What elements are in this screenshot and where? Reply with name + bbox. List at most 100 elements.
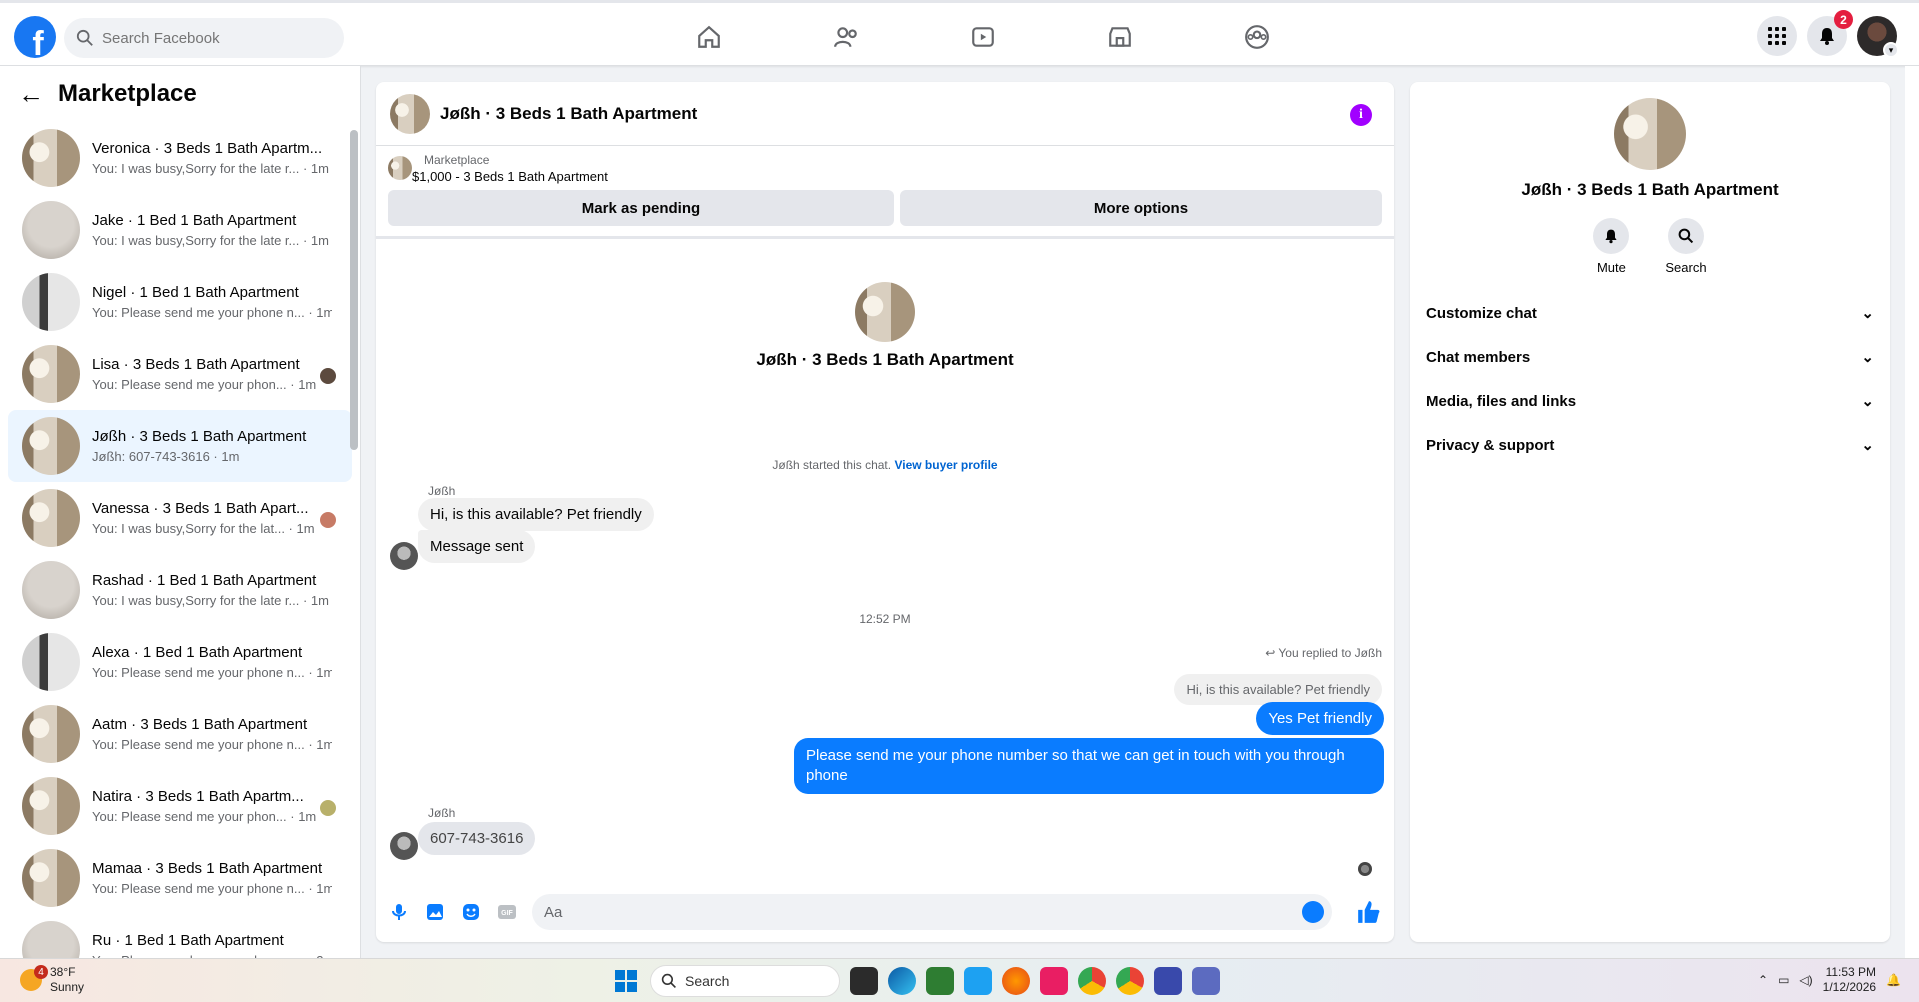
clock-time: 11:53 PM (1825, 965, 1877, 979)
sun-icon: 4 (20, 965, 48, 991)
conversation-item[interactable]: Vanessa · 3 Beds 1 Bath Apart... You: I w… (8, 482, 352, 554)
account-avatar[interactable]: ▾ (1857, 16, 1899, 58)
profile-avatar[interactable] (855, 282, 915, 342)
nav-groups[interactable] (1188, 20, 1325, 54)
volume-icon[interactable]: ◁) (1799, 973, 1812, 987)
notification-center-icon[interactable]: 🔔 (1886, 973, 1901, 987)
more-options-button[interactable]: More options (899, 190, 1382, 226)
shield-icon[interactable] (1154, 967, 1182, 995)
message-bubble[interactable]: 607-743-3616 (418, 822, 536, 855)
marketplace-chats-sidebar: ← Marketplace Veronica · 3 Beds 1 Bath A… (0, 66, 361, 958)
taskbar-search[interactable]: Search (650, 965, 840, 997)
chrome-icon[interactable] (1078, 967, 1106, 995)
replied-label: ↩ You replied to Jøßh (1265, 646, 1382, 660)
conversation-item[interactable]: Mamaa · 3 Beds 1 Bath Apartment You: Plea… (8, 842, 352, 914)
conversation-avatar (22, 129, 80, 187)
details-avatar[interactable] (1614, 98, 1686, 170)
emoji-icon[interactable] (1302, 901, 1324, 923)
message-input[interactable]: Aa (532, 894, 1332, 930)
info-icon[interactable]: i (1350, 104, 1372, 126)
mute-button[interactable]: Mute (1593, 218, 1630, 275)
menu-button[interactable] (1757, 16, 1797, 56)
clock[interactable]: 11:53 PM 1/12/2026 (1823, 965, 1876, 995)
conversation-avatar (22, 849, 80, 907)
conversation-name: Lisa · 3 Beds 1 Bath Apartment (92, 356, 300, 373)
chat-avatar[interactable] (390, 93, 430, 134)
mute-label: Mute (1596, 260, 1626, 275)
search-icon (1667, 218, 1704, 254)
search-facebook-box[interactable] (64, 18, 344, 58)
conversation-name: Nigel · 1 Bed 1 Bath Apartment (92, 284, 299, 301)
sender-avatar[interactable] (390, 542, 418, 570)
notifications-button[interactable]: 2 (1807, 10, 1853, 56)
conversation-snippet: You: I was busy,Sorry for the late r... … (92, 233, 329, 248)
app-icon[interactable] (964, 967, 992, 995)
listing-summary[interactable]: Marketplace $1,000 - 3 Beds 1 Bath Apart… (376, 146, 1394, 190)
message-bubble[interactable]: Hi, is this available? Pet friendly (418, 498, 654, 531)
search-icon (76, 29, 93, 46)
conversation-item[interactable]: Ru · 1 Bed 1 Bath ApartmentYou: Please s… (8, 914, 352, 958)
sidebar-scrollbar[interactable] (350, 130, 358, 450)
thumbs-up-icon[interactable] (1356, 899, 1382, 925)
chevron-up-icon[interactable]: ⌃ (1758, 973, 1768, 987)
details-section-item[interactable]: Customize chat ⌄ (1410, 291, 1890, 335)
nav-friends[interactable] (777, 20, 914, 54)
chat-title[interactable]: Jøßh · 3 Beds 1 Bath Apartment (440, 104, 697, 124)
nav-marketplace[interactable] (1051, 20, 1188, 54)
mark-as-pending-button[interactable]: Mark as pending (388, 190, 894, 226)
conversation-item[interactable]: Lisa · 3 Beds 1 Bath Apartment You: Pleas… (8, 338, 352, 410)
details-section-item[interactable]: Chat members ⌄ (1410, 335, 1890, 379)
conversation-snippet: You: Please send me your phon... · 1m (92, 377, 317, 392)
grid-menu-icon (1768, 27, 1786, 45)
facebook-logo[interactable]: f (14, 16, 56, 58)
conversation-item[interactable]: Jake · 1 Bed 1 Bath Apartment You: I was … (8, 194, 352, 266)
outgoing-message-bubble[interactable]: Yes Pet friendly (1256, 702, 1384, 735)
details-title: Jøßh · 3 Beds 1 Bath Apartment (1521, 180, 1779, 199)
home-icon (697, 25, 720, 48)
conversation-item[interactable]: Rashad · 1 Bed 1 Bath Apartment You: I wa… (8, 554, 352, 626)
conversation-item[interactable]: Jøßh · 3 Beds 1 Bath Apartment Jøßh: 607-… (8, 410, 352, 482)
snipping-tool-icon[interactable] (1040, 967, 1068, 995)
sticker-icon[interactable] (460, 901, 482, 923)
listing-actions: Mark as pending More options (376, 190, 1394, 226)
chat-panel: Jøßh · 3 Beds 1 Bath Apartment i Marketp… (376, 82, 1394, 942)
weather-widget[interactable]: 4 38°F Sunny (20, 965, 84, 995)
message-line: Please send me your phone number so that… (806, 747, 1345, 764)
back-arrow-icon[interactable]: ← (18, 79, 44, 110)
quoted-message[interactable]: Hi, is this available? Pet friendly (1174, 674, 1382, 705)
message-bubble[interactable]: Message sent (418, 530, 536, 563)
header-divider (376, 236, 1394, 239)
nav-video[interactable] (914, 20, 1051, 54)
conversation-item[interactable]: Natira · 3 Beds 1 Bath Apartm... You: Ple… (8, 770, 352, 842)
conversation-item[interactable]: Alexa · 1 Bed 1 Bath Apartment You: Pleas… (8, 626, 352, 698)
view-buyer-profile-link[interactable]: View buyer profile (894, 458, 997, 472)
windows-start-icon[interactable] (612, 967, 640, 995)
sender-avatar[interactable] (390, 832, 418, 860)
marketplace-icon (1108, 27, 1131, 47)
nav-home[interactable] (640, 20, 777, 54)
app-icon[interactable] (1192, 967, 1220, 995)
conversation-item[interactable]: Veronica · 3 Beds 1 Bath Apartm... You: I… (8, 122, 352, 194)
search-in-chat-button[interactable]: Search (1665, 218, 1707, 275)
search-facebook-input[interactable] (102, 29, 322, 47)
firefox-icon[interactable] (1002, 967, 1030, 995)
conversation-item[interactable]: Nigel · 1 Bed 1 Bath Apartment You: Pleas… (8, 266, 352, 338)
outgoing-message-bubble[interactable]: Please send me your phone number so that… (794, 738, 1384, 794)
details-section-item[interactable]: Media, files and links ⌄ (1410, 379, 1890, 423)
page-scrollbar[interactable] (1905, 66, 1919, 958)
message-input-placeholder: Aa (544, 903, 563, 921)
conversation-item[interactable]: Aatm · 3 Beds 1 Bath Apartment You: Pleas… (8, 698, 352, 770)
edge-icon[interactable] (888, 967, 916, 995)
task-view-icon[interactable] (850, 967, 878, 995)
read-receipt-avatar (320, 368, 336, 384)
sheets-app-icon[interactable] (926, 967, 954, 995)
conversation-avatar (22, 921, 80, 958)
details-section-item[interactable]: Privacy & support ⌄ (1410, 423, 1890, 467)
photo-icon[interactable] (424, 901, 446, 923)
microphone-icon[interactable] (388, 901, 410, 923)
chevron-down-icon: ⌄ (1861, 349, 1874, 366)
listing-thumbnail (388, 156, 412, 180)
gif-icon[interactable]: GIF (496, 901, 518, 923)
network-icon[interactable]: ▭ (1778, 973, 1789, 987)
chrome-profile-icon[interactable] (1116, 967, 1144, 995)
